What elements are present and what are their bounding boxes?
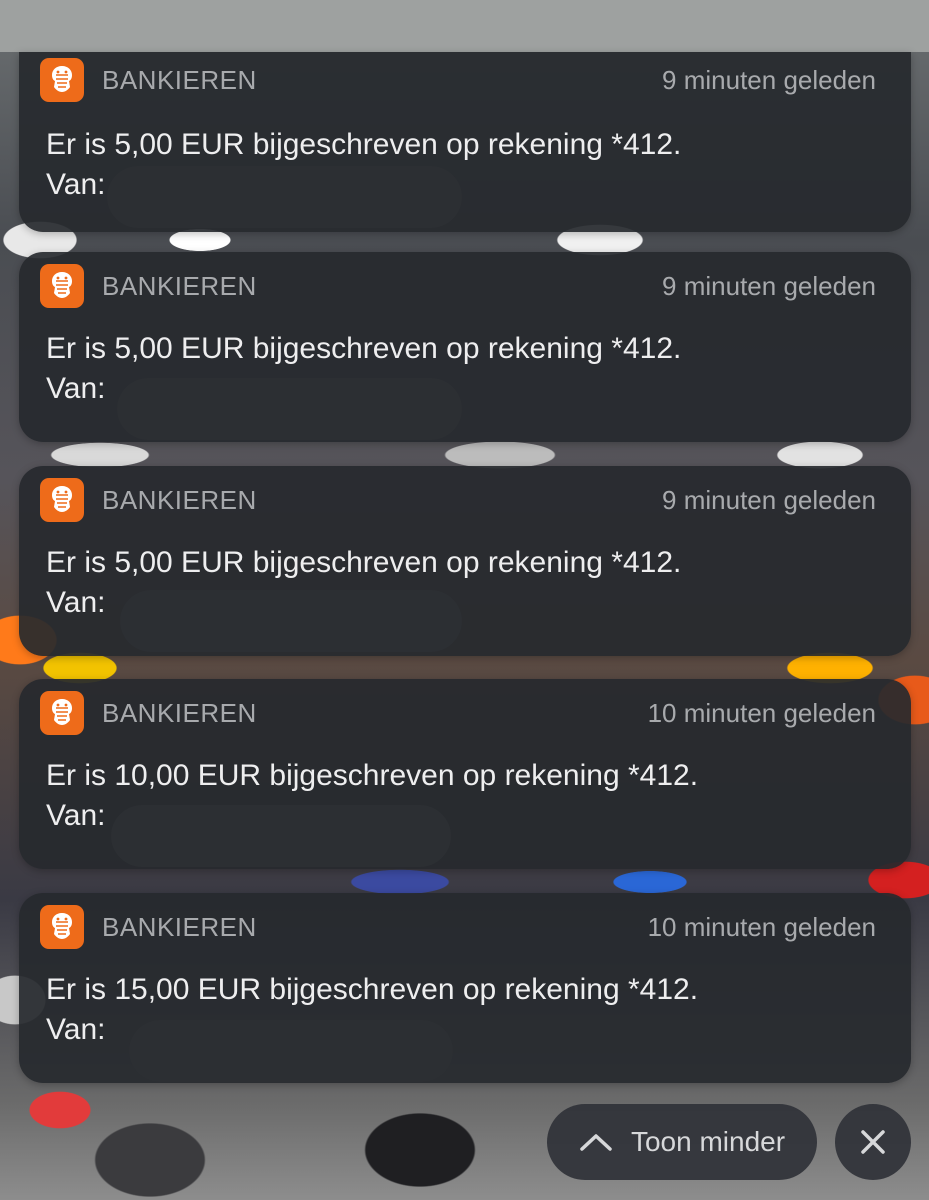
close-button[interactable] [835, 1104, 911, 1180]
notification-header: BANKIEREN 9 minuten geleden [40, 264, 876, 308]
notification-message: Er is 5,00 EUR bijgeschreven op rekening… [46, 128, 682, 161]
notification-time: 9 minuten geleden [662, 270, 876, 301]
notification-time: 9 minuten geleden [662, 64, 876, 95]
sender-label: Van: [46, 372, 106, 405]
sender-label: Van: [46, 1013, 106, 1046]
notification-header: BANKIEREN 10 minuten geleden [40, 691, 876, 735]
notification-message: Er is 5,00 EUR bijgeschreven op rekening… [46, 546, 682, 579]
ing-lion-icon [40, 478, 84, 522]
notification-header: BANKIEREN 9 minuten geleden [40, 478, 876, 522]
notification-header: BANKIEREN 9 minuten geleden [40, 58, 876, 102]
sender-label: Van: [46, 168, 106, 201]
notification-message: Er is 15,00 EUR bijgeschreven op rekenin… [46, 973, 699, 1006]
notification-time: 10 minuten geleden [647, 697, 876, 728]
app-name: BANKIEREN [102, 64, 257, 95]
sender-label: Van: [46, 799, 106, 832]
app-name: BANKIEREN [102, 697, 257, 728]
notification-header: BANKIEREN 10 minuten geleden [40, 905, 876, 949]
ing-lion-icon [40, 905, 84, 949]
app-name: BANKIEREN [102, 484, 257, 515]
ing-lion-icon [40, 264, 84, 308]
status-area [0, 0, 929, 52]
close-icon [861, 1130, 885, 1154]
app-name: BANKIEREN [102, 911, 257, 942]
notification-time: 9 minuten geleden [662, 484, 876, 515]
notification-time: 10 minuten geleden [647, 911, 876, 942]
show-less-label: Toon minder [630, 1126, 786, 1157]
notification-message: Er is 5,00 EUR bijgeschreven op rekening… [46, 332, 682, 365]
show-less-button[interactable]: Toon minder [547, 1104, 817, 1180]
sender-redaction [111, 805, 451, 867]
app-name: BANKIEREN [102, 270, 257, 301]
ing-lion-icon [40, 691, 84, 735]
ing-lion-icon [40, 58, 84, 102]
notification-card[interactable]: BANKIEREN 10 minuten geleden Er is 10,00… [19, 679, 911, 869]
sender-redaction [129, 1020, 453, 1082]
chevron-up-icon [580, 1134, 612, 1151]
notification-card[interactable]: BANKIEREN 9 minuten geleden Er is 5,00 E… [19, 466, 911, 656]
sender-redaction [107, 166, 462, 228]
notification-card[interactable]: BANKIEREN 9 minuten geleden Er is 5,00 E… [19, 252, 911, 442]
sender-label: Van: [46, 586, 106, 619]
notification-card[interactable]: BANKIEREN 9 minuten geleden Er is 5,00 E… [19, 52, 911, 232]
sender-redaction [117, 378, 462, 440]
notification-card[interactable]: BANKIEREN 10 minuten geleden Er is 15,00… [19, 893, 911, 1083]
notification-message: Er is 10,00 EUR bijgeschreven op rekenin… [46, 759, 699, 792]
sender-redaction [120, 590, 462, 652]
